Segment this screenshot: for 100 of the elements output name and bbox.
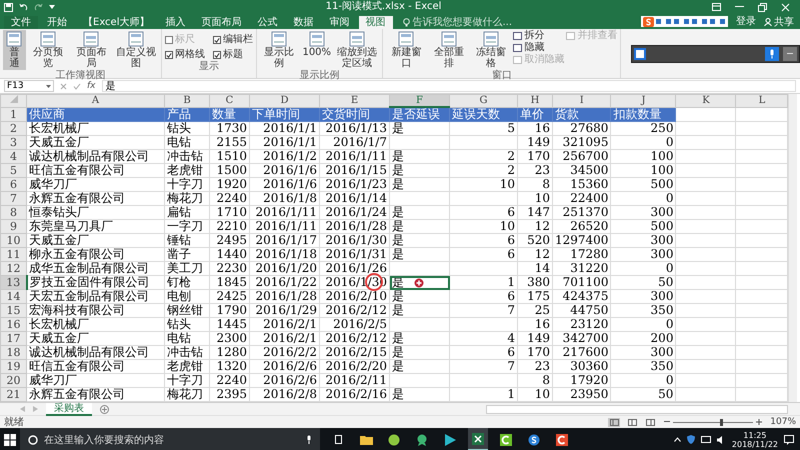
row-header[interactable]: 8 (0, 206, 26, 220)
view-button[interactable]: 全部重排 (428, 30, 469, 70)
row-header[interactable]: 2 (0, 122, 26, 136)
zoom-level[interactable]: 107% (770, 417, 796, 427)
checkbox[interactable]: 编辑栏 (212, 34, 253, 46)
microphone-button[interactable] (765, 46, 780, 60)
page-view-button[interactable] (608, 418, 620, 426)
table-cell: 1297400 (552, 234, 611, 248)
horizontal-scrollbar[interactable] (486, 404, 788, 414)
add-sheet-icon[interactable] (100, 404, 109, 414)
column-header[interactable]: B (164, 94, 210, 107)
row-header[interactable]: 12 (0, 262, 26, 276)
view-button[interactable]: 缩放到选定区域 (335, 30, 380, 70)
ribbon-tab[interactable]: 开始 (40, 16, 74, 29)
row-header[interactable]: 15 (0, 304, 26, 318)
ribbon-tab[interactable]: 视图 (358, 16, 392, 29)
minimize-button[interactable] (783, 46, 798, 60)
view-button[interactable]: 自定义视图 (114, 30, 158, 70)
column-header[interactable]: F (390, 94, 450, 107)
row-header[interactable]: 10 (0, 234, 26, 248)
page-view-button[interactable] (644, 418, 656, 426)
undo-icon[interactable] (19, 2, 28, 12)
view-button[interactable]: 页面布局 (70, 30, 112, 70)
row-header[interactable]: 4 (0, 150, 26, 164)
ribbon-display-icon[interactable] (712, 3, 721, 11)
column-header[interactable]: D (250, 94, 320, 107)
spreadsheet-app-icon[interactable] (468, 428, 488, 450)
view-button[interactable]: 冻结窗格 (470, 30, 512, 70)
row-header[interactable]: 9 (0, 220, 26, 234)
view-button[interactable]: 新建窗口 (386, 30, 427, 70)
restore-icon[interactable] (758, 2, 767, 12)
network-icon[interactable] (700, 436, 711, 444)
view-button[interactable]: 显示比例 (260, 30, 298, 70)
customize-caret-icon[interactable] (49, 5, 55, 9)
column-header[interactable]: K (676, 94, 736, 107)
ribbon-tab[interactable]: 页面布局 (194, 16, 248, 29)
column-header[interactable]: J (610, 94, 676, 107)
row-header[interactable]: 14 (0, 290, 26, 304)
column-header[interactable]: E (320, 94, 390, 107)
row-header[interactable]: 21 (0, 388, 26, 402)
table-cell: 东莞皇马刀具厂 (26, 220, 164, 234)
row-header[interactable]: 18 (0, 346, 26, 360)
row-header[interactable]: 19 (0, 360, 26, 374)
zoom-in-icon[interactable] (756, 419, 762, 425)
minimize-icon[interactable] (734, 6, 744, 8)
header-cell: 是否延误 (390, 107, 450, 122)
view-button[interactable]: 100% (300, 30, 334, 59)
ribbon-tab[interactable]: 插入 (158, 16, 192, 29)
row-header[interactable]: 20 (0, 374, 26, 388)
row-header[interactable]: 3 (0, 136, 26, 150)
tell-me-search[interactable]: 告诉我您想要做什么... (402, 16, 512, 29)
column-header[interactable]: H (518, 94, 552, 107)
row-header[interactable]: 5 (0, 164, 26, 178)
column-header[interactable]: A (26, 94, 164, 107)
close-icon[interactable] (780, 2, 790, 12)
chevron-up-icon[interactable] (674, 437, 681, 442)
window-option[interactable]: 拆分 (513, 30, 564, 42)
zoom-slider-thumb[interactable] (720, 418, 723, 426)
row-header[interactable]: 11 (0, 248, 26, 262)
formula-input[interactable]: 是 (102, 80, 796, 92)
ribbon-tab[interactable]: 审阅 (322, 16, 356, 29)
notification-icon[interactable] (784, 434, 794, 444)
column-header[interactable]: I (552, 94, 611, 107)
header-cell: 数量 (210, 107, 250, 122)
redo-icon[interactable] (34, 2, 43, 12)
row-header[interactable]: 13 (0, 276, 26, 290)
input-method-toolbar[interactable] (641, 16, 728, 27)
row-header[interactable]: 16 (0, 318, 26, 332)
view-button[interactable]: 普通 (3, 30, 26, 70)
table-cell: 梅花刀 (164, 192, 210, 206)
checkbox[interactable]: 标题 (212, 49, 253, 61)
vertical-scrollbar[interactable] (788, 94, 798, 402)
share-button[interactable]: 共享 (764, 14, 794, 28)
name-box[interactable]: F13 (4, 80, 54, 92)
column-header[interactable]: C (210, 94, 250, 107)
ribbon-tab[interactable]: 公式 (250, 16, 284, 29)
window-option[interactable]: 隐藏 (513, 42, 564, 54)
row-header[interactable]: 7 (0, 192, 26, 206)
row-header[interactable]: 1 (0, 107, 26, 122)
taskbar-clock[interactable]: 11:25 2018/11/22 (732, 430, 778, 448)
checkbox[interactable]: 网格线 (164, 49, 205, 61)
shield-icon[interactable] (686, 435, 695, 444)
table-cell: 2016/2/12 (320, 332, 390, 346)
ribbon-tab[interactable]: 数据 (286, 16, 320, 29)
insert-function-button[interactable]: fx (87, 81, 96, 91)
dropdown-caret-icon[interactable] (46, 84, 51, 88)
page-view-button[interactable] (626, 418, 638, 426)
taskbar-search-field[interactable]: 在这里输入你要搜索的内容 (20, 428, 320, 450)
microphone-icon[interactable] (306, 435, 312, 444)
column-header[interactable]: L (736, 94, 788, 107)
save-icon[interactable] (4, 2, 13, 12)
sign-in-link[interactable]: 登录 (736, 15, 756, 28)
sheet-tab[interactable]: 采购表 (46, 402, 92, 416)
column-header[interactable]: G (450, 94, 518, 107)
ribbon-tab[interactable]: 【Excel大师】 (76, 16, 156, 29)
row-header[interactable]: 6 (0, 178, 26, 192)
input-method-logo-icon[interactable] (643, 16, 654, 26)
file-menu[interactable]: 文件 (4, 16, 38, 29)
view-button[interactable]: 分页预览 (28, 30, 69, 70)
row-header[interactable]: 17 (0, 332, 26, 346)
